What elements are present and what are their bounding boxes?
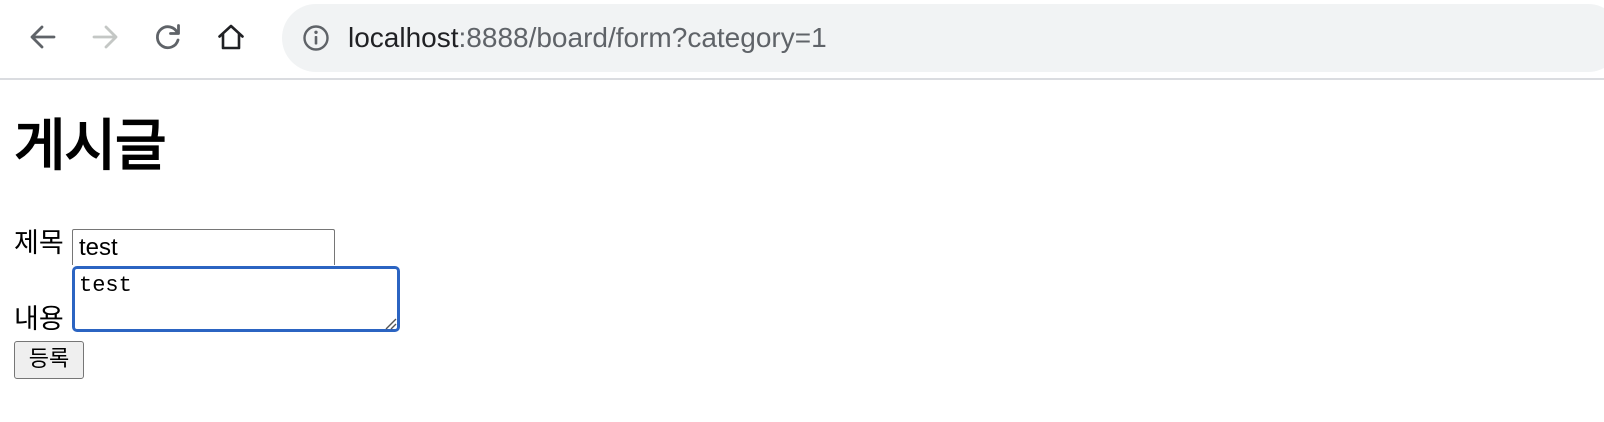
forward-button[interactable] bbox=[85, 17, 125, 57]
arrow-right-icon bbox=[92, 25, 118, 49]
content-label: 내용 bbox=[14, 304, 64, 335]
content-textarea[interactable]: test bbox=[72, 266, 400, 332]
url-path: :8888/board/form?category=1 bbox=[458, 22, 827, 53]
address-bar[interactable]: localhost:8888/board/form?category=1 bbox=[282, 4, 1604, 72]
page-title: 게시글 bbox=[14, 114, 167, 179]
info-icon[interactable] bbox=[302, 24, 330, 52]
reload-button[interactable] bbox=[148, 17, 188, 57]
home-button[interactable] bbox=[211, 17, 251, 57]
title-label: 제목 bbox=[14, 228, 64, 259]
browser-toolbar: localhost:8888/board/form?category=1 bbox=[0, 0, 1604, 80]
url-host: localhost bbox=[348, 22, 459, 53]
url-text[interactable]: localhost:8888/board/form?category=1 bbox=[348, 4, 827, 72]
reload-icon bbox=[156, 24, 180, 50]
back-button[interactable] bbox=[23, 17, 63, 57]
submit-button[interactable]: 등록 bbox=[14, 341, 84, 379]
title-input[interactable] bbox=[72, 229, 335, 265]
home-icon bbox=[218, 24, 244, 50]
arrow-left-icon bbox=[30, 25, 56, 49]
